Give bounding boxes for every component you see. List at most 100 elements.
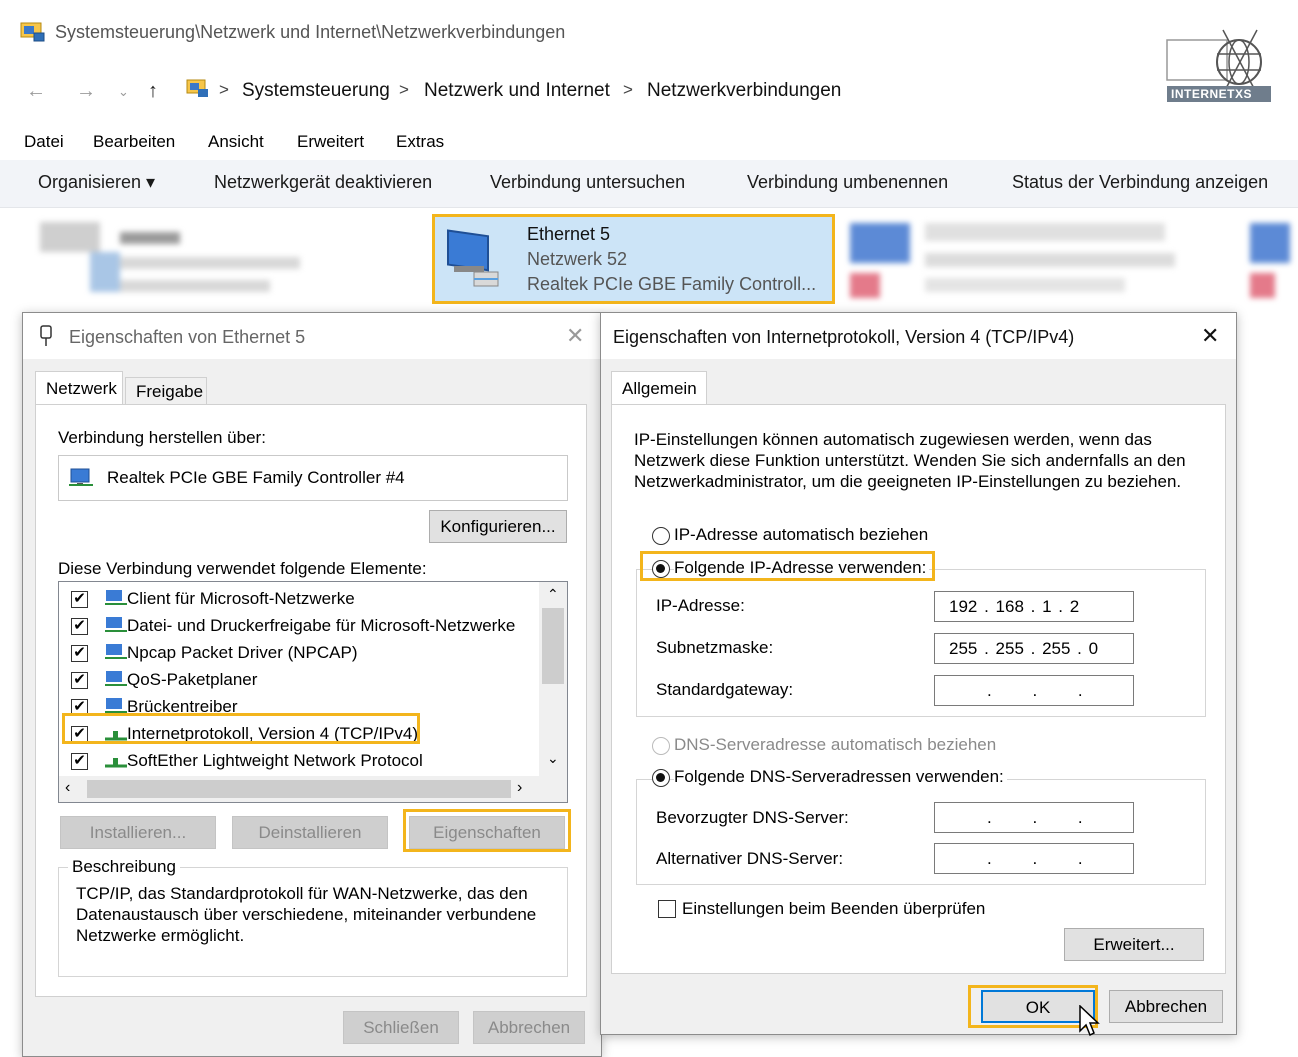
forward-arrow-icon[interactable]: → xyxy=(76,80,96,103)
tab-freigabe[interactable]: Freigabe xyxy=(125,377,207,405)
preferred-dns-field[interactable]: . . . xyxy=(934,802,1134,833)
auto-ip-label[interactable]: IP-Adresse automatisch beziehen xyxy=(674,525,928,545)
configure-button[interactable]: Konfigurieren... xyxy=(429,510,567,543)
highlight-ipv4-item xyxy=(62,713,420,744)
diagnose-connection-button[interactable]: Verbindung untersuchen xyxy=(490,172,685,193)
menu-bearbeiten[interactable]: Bearbeiten xyxy=(93,132,175,152)
rename-connection-button[interactable]: Verbindung umbenennen xyxy=(747,172,948,193)
network-service-icon xyxy=(105,616,127,634)
description-text: TCP/IP, das Standardprotokoll für WAN-Ne… xyxy=(76,884,537,945)
list-item-label: Client für Microsoft-Netzwerke xyxy=(127,589,355,608)
menu-erweitert[interactable]: Erweitert xyxy=(297,132,364,152)
checkbox-checked[interactable]: ✔ xyxy=(71,672,88,689)
disable-device-button[interactable]: Netzwerkgerät deaktivieren xyxy=(214,172,432,193)
breadcrumb-separator: > xyxy=(399,80,409,99)
description-label: Beschreibung xyxy=(68,857,180,877)
location-icon xyxy=(186,78,210,100)
tab-label: Allgemein xyxy=(622,379,697,398)
subnet-field[interactable]: 255 . 255 . 255 . 0 xyxy=(934,633,1134,664)
tab-panel: Verbindung herstellen über: Realtek PCIe… xyxy=(35,404,587,997)
advanced-button[interactable]: Erweitert... xyxy=(1064,928,1204,961)
elements-list: ✔ Client für Microsoft-Netzwerke ✔ Datei… xyxy=(58,581,568,803)
history-chevron-icon[interactable]: ⌄ xyxy=(118,84,129,100)
network-folder-icon xyxy=(20,21,46,43)
ip-address-value: 192 . 168 . 1 . 2 xyxy=(949,597,1080,616)
alternate-dns-label: Alternativer DNS-Server: xyxy=(656,849,844,868)
vertical-scrollbar[interactable]: ⌃ ⌄ xyxy=(539,582,567,776)
tab-panel: IP-Einstellungen können automatisch zuge… xyxy=(611,404,1226,974)
alternate-dns-field[interactable]: . . . xyxy=(934,843,1134,874)
breadcrumb-separator: > xyxy=(219,80,229,99)
subnet-label: Subnetzmaske: xyxy=(656,638,774,657)
scroll-right-icon[interactable]: › xyxy=(517,779,522,797)
view-status-button[interactable]: Status der Verbindung anzeigen xyxy=(1012,172,1268,193)
window-titlebar: Systemsteuerung\Netzwerk und Internet\Ne… xyxy=(0,0,1298,102)
alternate-dns-value: . . . xyxy=(987,849,1083,868)
window-title: Systemsteuerung\Netzwerk und Internet\Ne… xyxy=(55,22,566,42)
gateway-field[interactable]: . . . xyxy=(934,675,1134,706)
ip-address-label: IP-Adresse: xyxy=(656,596,745,615)
radio-auto-ip[interactable] xyxy=(652,527,670,545)
scroll-thumb[interactable] xyxy=(542,608,564,684)
list-item-label: Datei- und Druckerfreigabe für Microsoft… xyxy=(127,616,516,635)
tab-netzwerk[interactable]: Netzwerk xyxy=(35,371,123,405)
highlight-properties-button xyxy=(403,809,571,852)
breadcrumb-separator: > xyxy=(623,80,633,99)
checkbox-checked[interactable]: ✔ xyxy=(71,645,88,662)
back-arrow-icon[interactable]: ← xyxy=(26,80,46,103)
highlight-adapter xyxy=(432,214,835,304)
manual-dns-label[interactable]: Folgende DNS-Serveradressen verwenden: xyxy=(674,767,1007,787)
ipv4-properties-dialog: Eigenschaften von Internetprotokoll, Ver… xyxy=(600,312,1237,1035)
blurred-adapter xyxy=(845,218,1185,304)
close-icon[interactable]: ✕ xyxy=(566,323,584,349)
dialog-title: Eigenschaften von Ethernet 5 xyxy=(69,327,306,347)
checkbox-checked[interactable]: ✔ xyxy=(71,753,88,770)
elements-label: Diese Verbindung verwendet folgende Elem… xyxy=(58,559,427,578)
radio-auto-dns xyxy=(652,737,670,755)
tab-label: Netzwerk xyxy=(46,379,117,398)
menu-extras[interactable]: Extras xyxy=(396,132,444,152)
horizontal-scrollbar[interactable]: ‹ › xyxy=(59,776,567,802)
checkbox-checked[interactable]: ✔ xyxy=(71,618,88,635)
scroll-left-icon[interactable]: ‹ xyxy=(65,779,70,797)
breadcrumb-systemsteuerung[interactable]: Systemsteuerung xyxy=(242,80,390,102)
cancel-button[interactable]: Abbrechen xyxy=(473,1011,585,1044)
dialog-titlebar: Eigenschaften von Ethernet 5 ✕ xyxy=(23,313,601,359)
organize-button[interactable]: Organisieren ▾ xyxy=(38,172,155,193)
up-arrow-icon[interactable]: ↑ xyxy=(148,80,158,103)
subnet-value: 255 . 255 . 255 . 0 xyxy=(949,639,1099,658)
breadcrumb-netzwerkverbindungen[interactable]: Netzwerkverbindungen xyxy=(647,80,841,102)
close-button[interactable]: Schließen xyxy=(343,1011,459,1044)
preferred-dns-label: Bevorzugter DNS-Server: xyxy=(656,808,849,827)
monitor-icon xyxy=(69,468,93,488)
checkbox-checked[interactable]: ✔ xyxy=(71,591,88,608)
radio-manual-dns[interactable] xyxy=(652,769,670,787)
network-client-icon xyxy=(105,589,127,607)
gateway-value: . . . xyxy=(987,681,1083,700)
cancel-button[interactable]: Abbrechen xyxy=(1109,990,1223,1023)
tab-label: Freigabe xyxy=(136,382,204,401)
scroll-up-icon[interactable]: ⌃ xyxy=(547,586,559,603)
menu-datei[interactable]: Datei xyxy=(24,132,64,152)
protocol-icon xyxy=(105,751,127,769)
menu-bar: Datei Bearbeiten Ansicht Erweitert Extra… xyxy=(0,128,1298,158)
close-icon[interactable]: ✕ xyxy=(1201,323,1219,349)
breadcrumb-netzwerk-und-internet[interactable]: Netzwerk und Internet xyxy=(424,80,610,102)
dialog-title: Eigenschaften von Internetprotokoll, Ver… xyxy=(613,327,1075,347)
scroll-thumb[interactable] xyxy=(87,780,511,798)
scroll-down-icon[interactable]: ⌄ xyxy=(547,750,559,767)
menu-ansicht[interactable]: Ansicht xyxy=(208,132,264,152)
list-item-label: SoftEther Lightweight Network Protocol xyxy=(127,751,423,770)
validate-label[interactable]: Einstellungen beim Beenden überprüfen xyxy=(682,899,985,919)
command-bar: Organisieren ▾ Netzwerkgerät deaktiviere… xyxy=(0,160,1298,208)
auto-dns-label: DNS-Serveradresse automatisch beziehen xyxy=(674,735,997,754)
mouse-cursor-icon xyxy=(1078,1004,1100,1039)
preferred-dns-value: . . . xyxy=(987,808,1083,827)
validate-checkbox[interactable] xyxy=(658,900,676,918)
uninstall-button[interactable]: Deinstallieren xyxy=(232,816,388,849)
tab-allgemein[interactable]: Allgemein xyxy=(611,371,707,405)
network-service-icon xyxy=(105,670,127,688)
controller-name: Realtek PCIe GBE Family Controller #4 xyxy=(107,468,405,487)
install-button[interactable]: Installieren... xyxy=(60,816,216,849)
ip-address-field[interactable]: 192 . 168 . 1 . 2 xyxy=(934,591,1134,622)
